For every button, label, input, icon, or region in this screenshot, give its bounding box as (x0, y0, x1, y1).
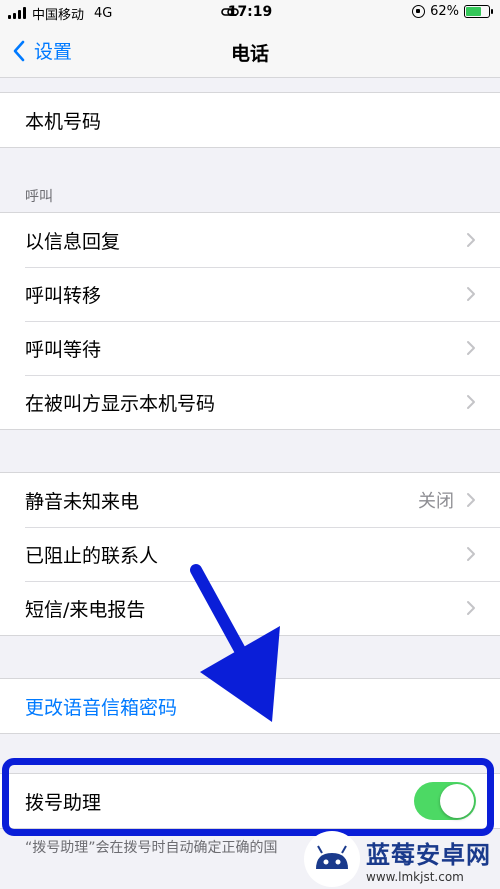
row-value: 关闭 (418, 491, 454, 512)
chevron-right-icon (467, 547, 475, 561)
chevron-right-icon (467, 395, 475, 409)
silence-unknown-callers-row[interactable]: 静音未知来电 关闭 (0, 473, 500, 527)
chevron-right-icon (467, 233, 475, 247)
annotation-highlight-box (2, 758, 494, 836)
navigation-bar: 设置 电话 (0, 26, 500, 78)
annotation-arrow-icon (190, 564, 280, 722)
calls-section-header: 呼叫 (25, 189, 53, 205)
battery-percent: 62% (430, 4, 459, 19)
chevron-right-icon (467, 287, 475, 301)
row-label: 本机号码 (25, 110, 102, 133)
android-logo-icon (304, 831, 360, 887)
call-forwarding-row[interactable]: 呼叫转移 (0, 267, 500, 321)
dial-assist-footer: “拨号助理”会在拨号时自动确定正确的国 (25, 840, 278, 856)
my-number-group: 本机号码 (0, 92, 500, 148)
orientation-lock-icon (412, 5, 426, 18)
chevron-right-icon (467, 341, 475, 355)
chevron-right-icon (467, 493, 475, 507)
battery-icon (464, 5, 493, 18)
page-title: 电话 (230, 43, 269, 65)
status-bar: 中国移动 4G 17:19 62% (0, 0, 500, 26)
watermark-url: www.lmkjst.com (366, 869, 464, 884)
row-label: 呼叫等待 (25, 338, 102, 361)
show-caller-id-row[interactable]: 在被叫方显示本机号码 (0, 375, 500, 429)
row-label: 在被叫方显示本机号码 (25, 392, 216, 415)
watermark-title: 蓝莓安卓网 (366, 840, 491, 869)
calls-group: 以信息回复 呼叫转移 呼叫等待 在被叫方显示本机号码 (0, 212, 500, 430)
chevron-right-icon (467, 601, 475, 615)
call-waiting-row[interactable]: 呼叫等待 (0, 321, 500, 375)
respond-with-text-row[interactable]: 以信息回复 (0, 213, 500, 267)
row-label: 呼叫转移 (25, 284, 102, 307)
row-label: 以信息回复 (25, 230, 121, 253)
watermark: 蓝莓安卓网 www.lmkjst.com (304, 831, 494, 887)
my-number-row[interactable]: 本机号码 (0, 93, 500, 147)
row-label: 静音未知来电 (25, 490, 140, 513)
